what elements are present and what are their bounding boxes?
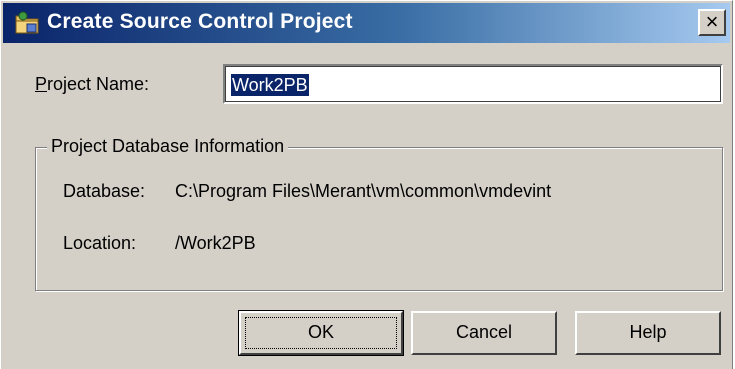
close-icon: × [705,9,719,34]
location-label: Location: [63,233,137,253]
focus-rectangle [245,317,397,349]
dialog-title: Create Source Control Project [47,10,353,33]
close-button[interactable]: × [698,9,726,36]
database-label: Database: [63,181,146,201]
location-path: /Work2PB [175,233,256,253]
database-path: C:\Program Files\Merant\vm\common\vmdevi… [175,181,552,201]
source-control-project-icon [13,10,41,36]
project-name-input[interactable]: Work2PB [223,64,723,104]
project-name-value: Work2PB [231,74,309,96]
project-database-groupbox [35,147,723,291]
cancel-button[interactable]: Cancel [411,311,557,355]
ok-button[interactable]: OK [238,310,404,356]
help-button[interactable]: Help [575,311,721,355]
help-label: Help [629,322,667,342]
groupbox-title: Project Database Information [47,136,289,157]
create-project-dialog: Create Source Control Project × Project … [0,0,733,369]
project-name-label: Project Name: [35,74,150,94]
cancel-label: Cancel [455,322,513,342]
title-bar[interactable]: Create Source Control Project × [3,3,730,43]
